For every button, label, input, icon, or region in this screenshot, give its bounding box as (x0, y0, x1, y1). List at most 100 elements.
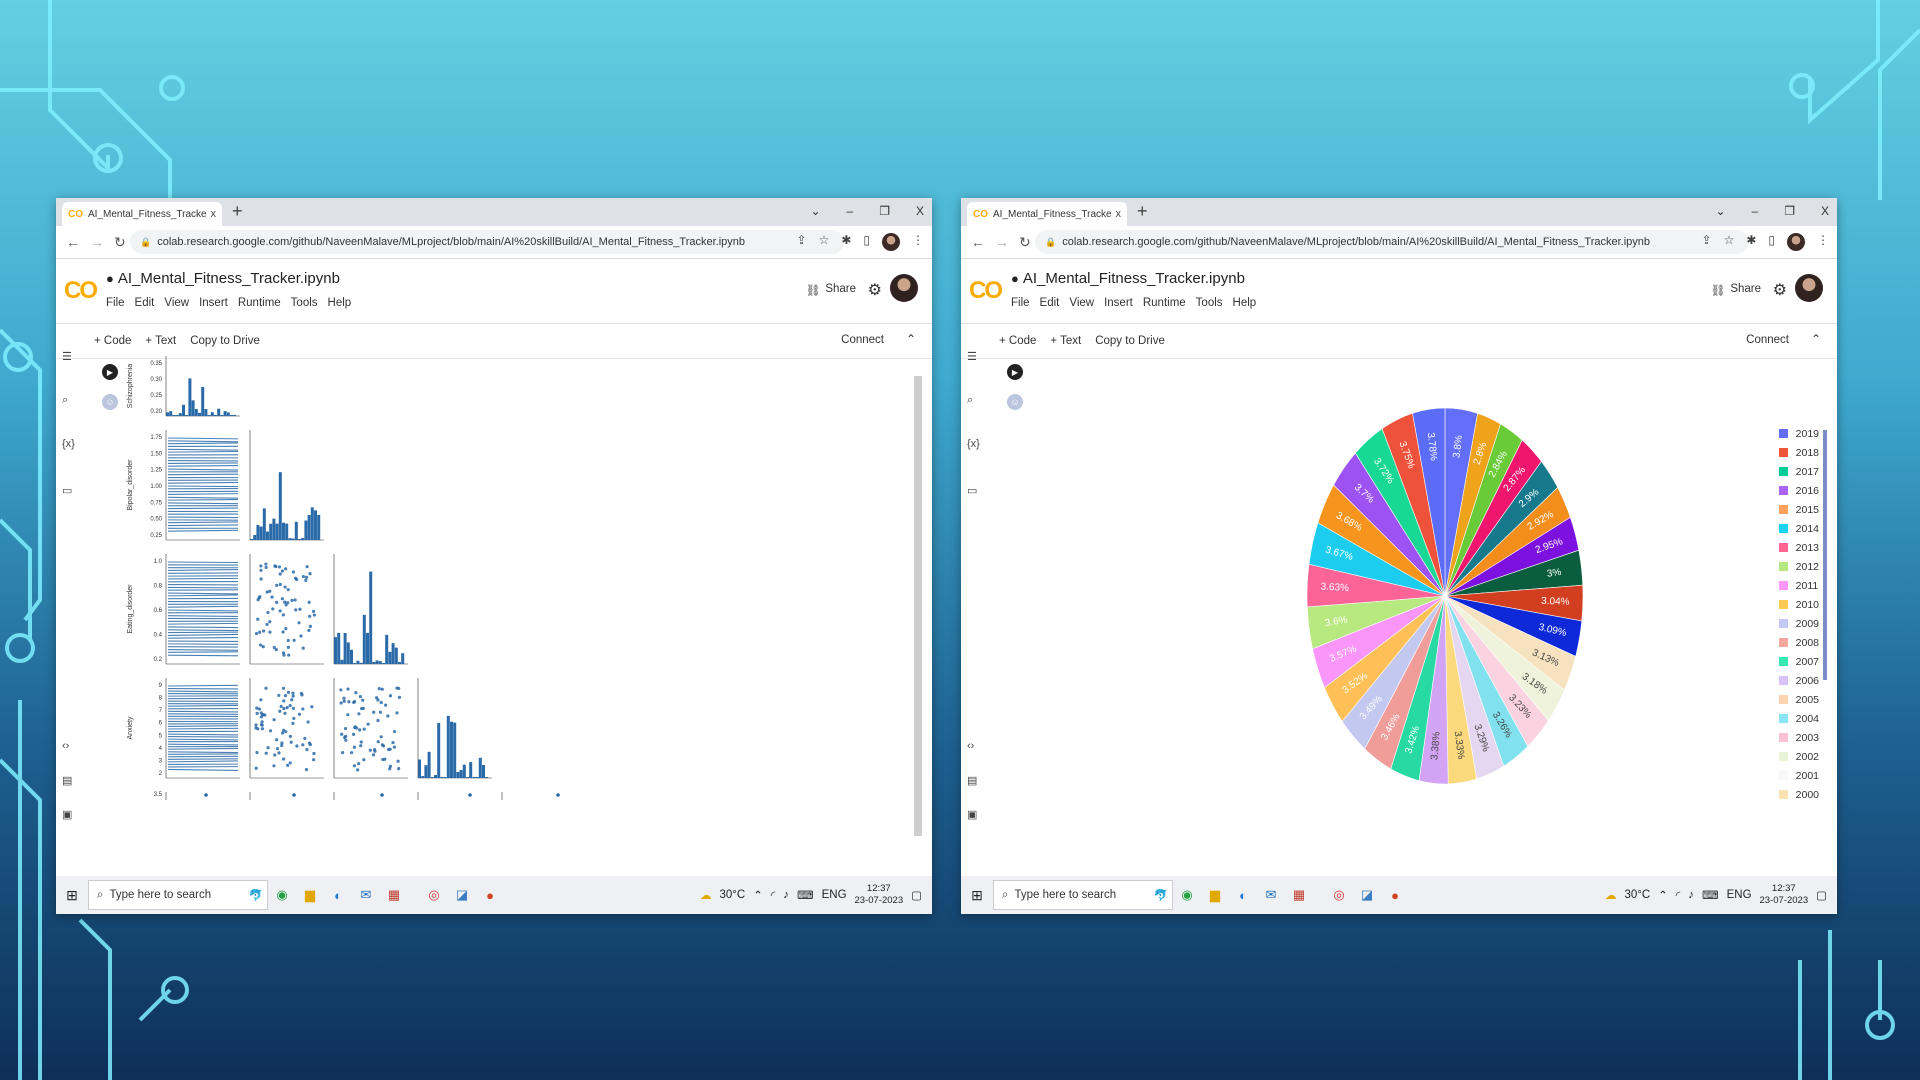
connect-button[interactable]: Connect (841, 334, 884, 346)
colab-logo[interactable]: CO (64, 277, 98, 305)
menu-view[interactable]: View (1069, 297, 1094, 309)
run-cell-icon[interactable]: ▶ (1007, 364, 1023, 380)
run-cell-icon[interactable]: ▶ (102, 364, 118, 380)
search-icon[interactable]: ⌕ (62, 394, 68, 407)
menu-file[interactable]: File (1011, 297, 1030, 309)
tab-search-icon[interactable]: ⌄ (810, 204, 820, 218)
notebook-title[interactable]: ● AI_Mental_Fitness_Tracker.ipynb (1011, 270, 1245, 287)
volume-icon[interactable]: ♪ (1688, 889, 1694, 901)
file-explorer-icon[interactable]: ▆ (296, 887, 324, 903)
menu-edit[interactable]: Edit (135, 297, 155, 309)
connect-button[interactable]: Connect (1746, 334, 1789, 346)
language-text[interactable]: ENG (822, 889, 847, 901)
sidepanel-icon[interactable]: ▯ (1768, 233, 1775, 251)
legend-item[interactable]: 2008 (1778, 633, 1819, 652)
chrome-icon[interactable]: ◎ (1325, 887, 1353, 903)
tray-arrow-icon[interactable]: ⌃ (753, 888, 763, 902)
files-icon[interactable]: ▭ (967, 484, 977, 497)
add-text-button[interactable]: + Text (1050, 335, 1081, 347)
legend-item[interactable]: 2015 (1778, 500, 1819, 519)
legend-item[interactable]: 2019 (1778, 424, 1819, 443)
user-avatar[interactable] (1795, 274, 1823, 302)
tab-notebook[interactable]: CO AI_Mental_Fitness_Tracker.ipynb x (62, 202, 222, 226)
legend-item[interactable]: 2010 (1778, 595, 1819, 614)
code-snippets-icon[interactable]: ‹› (62, 740, 69, 752)
add-text-button[interactable]: + Text (145, 335, 176, 347)
terminal-icon[interactable]: ▣ (62, 808, 72, 821)
mail-icon[interactable]: ✉ (352, 887, 380, 903)
back-arrow-icon[interactable]: ← (971, 234, 985, 250)
share-button[interactable]: ⛓ Share (1711, 283, 1761, 297)
tab-notebook[interactable]: CO AI_Mental_Fitness_Tracker.ipynb x (967, 202, 1127, 226)
volume-icon[interactable]: ♪ (783, 889, 789, 901)
vertical-scrollbar[interactable] (914, 376, 922, 836)
colab-logo[interactable]: CO (969, 277, 1003, 305)
collapse-toolbar-icon[interactable]: ⌃ (1811, 332, 1821, 346)
menu-tools[interactable]: Tools (291, 297, 318, 309)
clock[interactable]: 12:37 23-07-2023 (1760, 883, 1809, 907)
menu-tools[interactable]: Tools (1196, 297, 1223, 309)
command-palette-icon[interactable]: ▤ (62, 774, 72, 787)
legend-item[interactable]: 2007 (1778, 652, 1819, 671)
gear-icon[interactable]: ⚙ (868, 280, 882, 300)
cell-output-icon[interactable]: ☺ (102, 394, 118, 410)
taskbar-search[interactable]: ⌕ Type here to search 🐬 (88, 880, 268, 910)
edge-icon[interactable]: ◐ (1229, 888, 1257, 903)
files-icon[interactable]: ▭ (62, 484, 72, 497)
profile-avatar[interactable] (1787, 233, 1805, 251)
toc-icon[interactable]: ☰ (62, 350, 72, 363)
variables-icon[interactable]: {x} (62, 438, 75, 450)
tab-search-icon[interactable]: ⌄ (1715, 204, 1725, 218)
copy-to-drive-button[interactable]: Copy to Drive (1095, 335, 1165, 347)
edge-icon[interactable]: ◐ (324, 888, 352, 903)
whatsapp-icon[interactable]: ◉ (1173, 887, 1201, 903)
minimize-button[interactable]: – (847, 204, 854, 218)
cell-output-icon[interactable]: ☺ (1007, 394, 1023, 410)
clock[interactable]: 12:37 23-07-2023 (855, 883, 904, 907)
app-icon[interactable]: ▦ (1285, 887, 1313, 903)
legend-item[interactable]: 2016 (1778, 481, 1819, 500)
bookmark-star-icon[interactable]: ☆ (1724, 233, 1735, 251)
keyboard-icon[interactable]: ⌨ (1702, 888, 1719, 902)
back-arrow-icon[interactable]: ← (66, 234, 80, 250)
url-field[interactable]: 🔒 colab.research.google.com/github/Navee… (130, 230, 844, 254)
wifi-icon[interactable]: ◜ (771, 888, 775, 902)
menu-insert[interactable]: Insert (199, 297, 228, 309)
command-palette-icon[interactable]: ▤ (967, 774, 977, 787)
tray-arrow-icon[interactable]: ⌃ (1658, 888, 1668, 902)
copy-to-drive-button[interactable]: Copy to Drive (190, 335, 260, 347)
share-page-icon[interactable]: ⇪ (797, 233, 807, 251)
legend-item[interactable]: 2011 (1778, 576, 1819, 595)
keyboard-icon[interactable]: ⌨ (797, 888, 814, 902)
legend-item[interactable]: 2014 (1778, 519, 1819, 538)
powerpoint-icon[interactable]: ● (476, 888, 504, 903)
close-icon[interactable]: x (211, 208, 217, 220)
share-button[interactable]: ⛓ Share (806, 283, 856, 297)
close-icon[interactable]: x (1116, 208, 1122, 220)
legend-item[interactable]: 2004 (1778, 709, 1819, 728)
legend-scrollbar[interactable] (1823, 430, 1827, 680)
legend-item[interactable]: 2018 (1778, 443, 1819, 462)
windows-start-icon[interactable]: ⊞ (961, 887, 993, 904)
browser-menu-icon[interactable]: ⋮ (1817, 233, 1829, 251)
legend-item[interactable]: 2012 (1778, 557, 1819, 576)
file-explorer-icon[interactable]: ▆ (1201, 887, 1229, 903)
menu-insert[interactable]: Insert (1104, 297, 1133, 309)
variables-icon[interactable]: {x} (967, 438, 980, 450)
close-window-button[interactable]: X (916, 204, 924, 218)
whatsapp-icon[interactable]: ◉ (268, 887, 296, 903)
notepad-icon[interactable]: ◪ (1353, 887, 1381, 903)
reload-icon[interactable]: ↻ (1019, 234, 1031, 251)
legend-item[interactable]: 2006 (1778, 671, 1819, 690)
url-field[interactable]: 🔒 colab.research.google.com/github/Navee… (1035, 230, 1749, 254)
menu-file[interactable]: File (106, 297, 125, 309)
profile-avatar[interactable] (882, 233, 900, 251)
notification-icon[interactable]: ▢ (1816, 888, 1827, 902)
bookmark-star-icon[interactable]: ☆ (819, 233, 830, 251)
notebook-title[interactable]: ● AI_Mental_Fitness_Tracker.ipynb (106, 270, 340, 287)
forward-arrow-icon[interactable]: → (995, 234, 1009, 250)
menu-runtime[interactable]: Runtime (238, 297, 281, 309)
new-tab-button[interactable]: + (232, 201, 243, 222)
menu-edit[interactable]: Edit (1040, 297, 1060, 309)
add-code-button[interactable]: + Code (94, 335, 131, 347)
